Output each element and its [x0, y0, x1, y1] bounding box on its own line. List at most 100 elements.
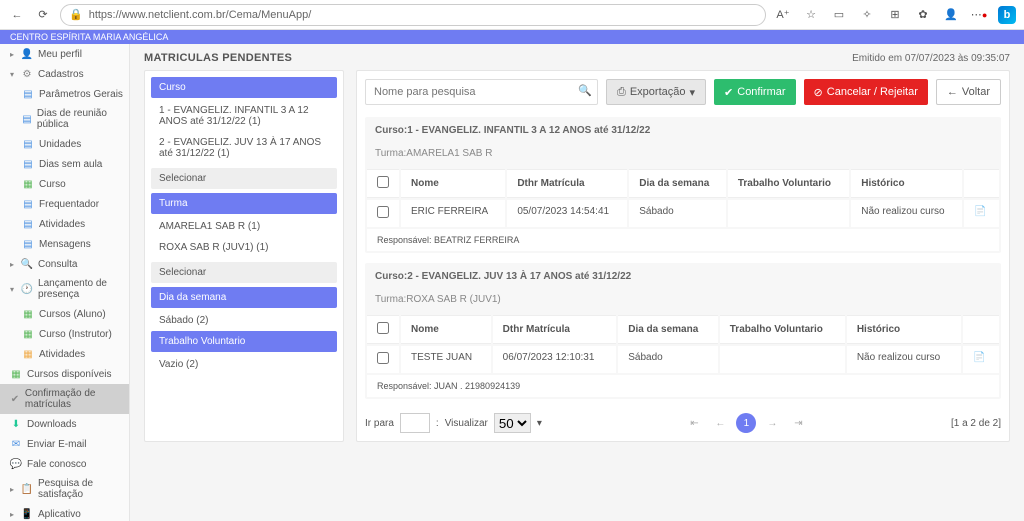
sidebar-aplicativo[interactable]: ▸📱Aplicativo: [0, 504, 129, 521]
menu-icon[interactable]: ⋯●: [970, 6, 988, 24]
select-all-checkbox[interactable]: [377, 176, 389, 188]
cell-hist: Não realizou curso: [851, 200, 962, 227]
bing-icon[interactable]: b: [998, 6, 1016, 24]
back-button[interactable]: ←Voltar: [936, 79, 1001, 105]
grid-icon: ▦: [22, 348, 34, 360]
read-aloud-icon[interactable]: A⁺: [774, 6, 792, 24]
export-icon: ⎙: [617, 86, 626, 99]
filter-turma-opt[interactable]: ROXA SAB R (JUV1) (1): [151, 237, 337, 258]
sidebar-dias-reuniao[interactable]: ▤Dias de reunião pública: [0, 104, 129, 134]
favorite-icon[interactable]: ☆: [802, 6, 820, 24]
collections-icon[interactable]: ▭: [830, 6, 848, 24]
filter-selecionar[interactable]: Selecionar: [151, 262, 337, 283]
responsavel: Responsável: JUAN . 21980924139: [367, 375, 999, 397]
export-button[interactable]: ⎙Exportação ▾: [606, 79, 706, 105]
course-block: Curso:1 - EVANGELIZ. INFANTIL 3 A 12 ANO…: [365, 117, 1001, 253]
search-input[interactable]: [365, 79, 598, 105]
toolbar: 🔍 ⎙Exportação ▾ ✔Confirmar ⊘Cancelar / R…: [365, 79, 1001, 105]
pager-first[interactable]: ⇤: [684, 413, 704, 433]
extensions-icon[interactable]: ⊞: [886, 6, 904, 24]
back-icon: ←: [947, 86, 958, 98]
pager-next[interactable]: →: [762, 413, 782, 433]
matricula-table: Nome Dthr Matrícula Dia da semana Trabal…: [365, 167, 1001, 253]
sidebar-consulta[interactable]: ▸🔍Consulta: [0, 254, 129, 274]
performance-icon[interactable]: ✿: [914, 6, 932, 24]
back-icon[interactable]: ←: [8, 6, 26, 24]
cell-hist: Não realizou curso: [847, 346, 961, 373]
sidebar-mensagens[interactable]: ▤Mensagens: [0, 234, 129, 254]
course-header: Curso:2 - EVANGELIZ. JUV 13 À 17 ANOS at…: [365, 263, 1001, 290]
col-nome: Nome: [401, 315, 491, 344]
doc-icon[interactable]: 📄: [964, 200, 999, 227]
sidebar-downloads[interactable]: ⬇Downloads: [0, 414, 129, 434]
sidebar-meu-perfil[interactable]: ▸👤Meu perfil: [0, 44, 129, 64]
grid-icon: ▦: [22, 178, 34, 190]
pager-range: [1 a 2 de 2]: [951, 418, 1001, 429]
table-row: ERIC FERREIRA 05/07/2023 14:54:41 Sábado…: [367, 200, 999, 227]
pager-goto-input[interactable]: [400, 413, 430, 433]
check-icon: ✔: [10, 393, 20, 405]
pager-prev[interactable]: ←: [710, 413, 730, 433]
row-checkbox[interactable]: [377, 352, 389, 364]
filter-dia-header[interactable]: Dia da semana: [151, 287, 337, 308]
pager-last[interactable]: ⇥: [788, 413, 808, 433]
cell-dthr: 05/07/2023 14:54:41: [507, 200, 627, 227]
col-hist: Histórico: [847, 315, 961, 344]
search-icon[interactable]: 🔍: [578, 84, 592, 97]
confirm-button[interactable]: ✔Confirmar: [714, 79, 796, 105]
sidebar-confirmacao[interactable]: ✔Confirmação de matrículas: [0, 384, 129, 414]
sidebar-cursos-disp[interactable]: ▦Cursos disponíveis: [0, 364, 129, 384]
search-icon: 🔍: [21, 258, 33, 270]
sidebar-unidades[interactable]: ▤Unidades: [0, 134, 129, 154]
list-icon: ▤: [22, 158, 34, 170]
favorites-bar-icon[interactable]: ✧: [858, 6, 876, 24]
filter-trab-opt[interactable]: Vazio (2): [151, 354, 337, 375]
cell-dia: Sábado: [629, 200, 726, 227]
survey-icon: 📋: [21, 483, 33, 495]
sidebar-lanc-atividades[interactable]: ▦Atividades: [0, 344, 129, 364]
sidebar-frequentador[interactable]: ▤Frequentador: [0, 194, 129, 214]
sidebar-parametros[interactable]: ▤Parâmetros Gerais: [0, 84, 129, 104]
pager-size-select[interactable]: 50: [494, 413, 531, 433]
col-dthr: Dthr Matrícula: [493, 315, 617, 344]
filter-curso-opt[interactable]: 2 - EVANGELIZ. JUV 13 À 17 ANOS até 31/1…: [151, 132, 337, 164]
sidebar-cursos-aluno[interactable]: ▦Cursos (Aluno): [0, 304, 129, 324]
list-icon: ▤: [22, 198, 34, 210]
cell-nome: TESTE JUAN: [401, 346, 491, 373]
user-icon: 👤: [21, 48, 33, 60]
sidebar-curso[interactable]: ▦Curso: [0, 174, 129, 194]
col-dia: Dia da semana: [629, 169, 726, 198]
refresh-icon[interactable]: ⟳: [34, 6, 52, 24]
doc-icon[interactable]: 📄: [963, 346, 999, 373]
row-checkbox[interactable]: [377, 206, 389, 218]
cancel-button[interactable]: ⊘Cancelar / Rejeitar: [804, 79, 928, 105]
list-icon: ▤: [22, 138, 34, 150]
pager-current[interactable]: 1: [736, 413, 756, 433]
sidebar-cadastros[interactable]: ▾⚙Cadastros: [0, 64, 129, 84]
sidebar-fale[interactable]: 💬Fale conosco: [0, 454, 129, 474]
filter-curso-header[interactable]: Curso: [151, 77, 337, 98]
sidebar-curso-instrutor[interactable]: ▦Curso (Instrutor): [0, 324, 129, 344]
sidebar-lancamento[interactable]: ▾🕐Lançamento de presença: [0, 274, 129, 304]
sidebar-dias-sem-aula[interactable]: ▤Dias sem aula: [0, 154, 129, 174]
list-icon: ▤: [22, 88, 34, 100]
sidebar-atividades[interactable]: ▤Atividades: [0, 214, 129, 234]
filter-trab-header[interactable]: Trabalho Voluntario: [151, 331, 337, 352]
filter-turma-opt[interactable]: AMARELA1 SAB R (1): [151, 216, 337, 237]
chat-icon: 💬: [10, 458, 22, 470]
app-header: CENTRO ESPÍRITA MARIA ANGÉLICA: [0, 30, 1024, 44]
col-nome: Nome: [401, 169, 505, 198]
cell-nome: ERIC FERREIRA: [401, 200, 505, 227]
select-all-checkbox[interactable]: [377, 322, 389, 334]
col-hist: Histórico: [851, 169, 962, 198]
filter-panel: Curso 1 - EVANGELIZ. INFANTIL 3 A 12 ANO…: [144, 70, 344, 442]
filter-selecionar[interactable]: Selecionar: [151, 168, 337, 189]
filter-dia-opt[interactable]: Sábado (2): [151, 310, 337, 331]
profile-icon[interactable]: 👤: [942, 6, 960, 24]
sidebar-email[interactable]: ✉Enviar E-mail: [0, 434, 129, 454]
address-bar[interactable]: 🔒 https://www.netclient.com.br/Cema/Menu…: [60, 4, 766, 26]
grid-icon: ▦: [22, 308, 34, 320]
sidebar-pesquisa[interactable]: ▸📋Pesquisa de satisfação: [0, 474, 129, 504]
filter-curso-opt[interactable]: 1 - EVANGELIZ. INFANTIL 3 A 12 ANOS até …: [151, 100, 337, 132]
filter-turma-header[interactable]: Turma: [151, 193, 337, 214]
